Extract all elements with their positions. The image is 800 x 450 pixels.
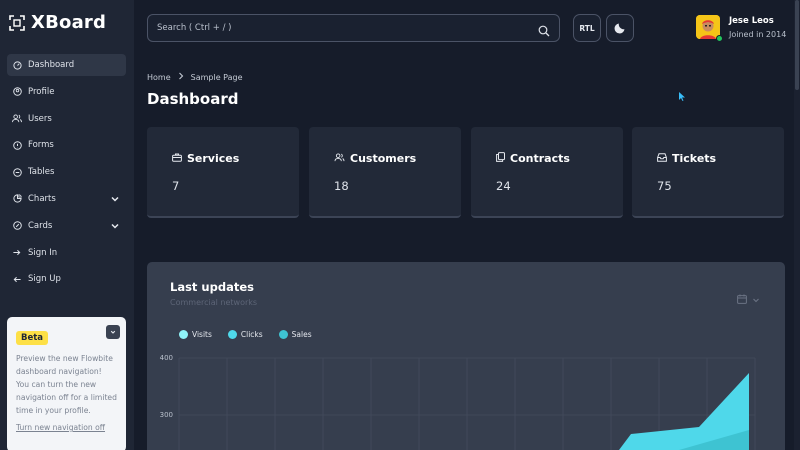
cards-icon: [12, 221, 22, 231]
beta-card: Beta Preview the new Flowbite dashboard …: [7, 317, 126, 450]
breadcrumb-home[interactable]: Home: [147, 73, 171, 82]
search-bar[interactable]: [147, 14, 560, 42]
logo-icon: [9, 14, 25, 31]
sidebar-item-label: Profile: [28, 86, 55, 97]
y-tick-label: 400: [160, 354, 173, 362]
sidebar-item-label: Tables: [28, 167, 55, 178]
stat-label: Services: [187, 152, 240, 165]
copy-icon: [496, 152, 505, 165]
forms-icon: [12, 140, 22, 150]
sidebar-item-label: Users: [28, 113, 52, 124]
search-icon[interactable]: [538, 22, 550, 41]
sidebar: XBoard Dashboard Profile Users Forms Tab…: [0, 0, 134, 450]
mouse-cursor-icon: [678, 87, 686, 106]
page-title: Dashboard: [147, 90, 239, 108]
sidebar-item-profile[interactable]: Profile: [7, 81, 126, 103]
users-icon: [12, 114, 22, 124]
user-menu[interactable]: Jese Leos Joined in 2014: [696, 15, 787, 42]
user-name: Jese Leos: [729, 16, 774, 26]
stat-value: 7: [172, 179, 180, 193]
sidebar-item-dashboard[interactable]: Dashboard: [7, 54, 126, 76]
sidebar-item-label: Sign In: [28, 247, 58, 258]
sign-in-icon: [12, 248, 22, 258]
logo[interactable]: XBoard: [9, 12, 106, 33]
stat-value: 75: [657, 179, 672, 193]
sidebar-item-label: Dashboard: [28, 60, 75, 70]
beta-text: Preview the new Flowbite dashboard navig…: [16, 354, 117, 415]
briefcase-icon: [172, 152, 182, 165]
beta-badge: Beta: [16, 331, 49, 345]
stat-card-contracts[interactable]: Contracts 24: [471, 127, 623, 218]
theme-toggle-button[interactable]: [606, 14, 634, 42]
sign-up-icon: [12, 274, 22, 284]
stat-value: 18: [334, 179, 349, 193]
stat-label: Tickets: [672, 152, 717, 165]
chevron-right-icon: [178, 72, 184, 82]
avatar[interactable]: [696, 15, 723, 42]
sidebar-item-sign-in[interactable]: Sign In: [7, 242, 126, 264]
users-icon: [334, 152, 345, 165]
dashboard-icon: [12, 60, 22, 70]
stat-card-services[interactable]: Services 7: [147, 127, 299, 218]
sidebar-item-tables[interactable]: Tables: [7, 161, 126, 183]
sidebar-item-charts[interactable]: Charts: [7, 188, 126, 210]
sidebar-item-label: Charts: [28, 193, 56, 204]
logo-text: XBoard: [31, 12, 107, 33]
sidebar-item-sign-up[interactable]: Sign Up: [7, 268, 126, 290]
scrollbar[interactable]: [794, 0, 800, 450]
sidebar-item-users[interactable]: Users: [7, 108, 126, 130]
tables-icon: [12, 167, 22, 177]
stat-card-customers[interactable]: Customers 18: [309, 127, 461, 218]
user-joined: Joined in 2014: [729, 30, 787, 39]
sidebar-item-label: Cards: [28, 220, 53, 231]
moon-icon: [614, 21, 627, 36]
stat-label: Customers: [350, 152, 417, 165]
rtl-button[interactable]: RTL: [573, 14, 601, 42]
breadcrumb-current: Sample Page: [190, 72, 243, 82]
inbox-icon: [657, 152, 667, 165]
sidebar-item-forms[interactable]: Forms: [7, 134, 126, 156]
scrollbar-thumb[interactable]: [795, 0, 799, 90]
y-tick-label: 300: [160, 411, 173, 419]
stat-card-tickets[interactable]: Tickets 75: [632, 127, 784, 218]
chevron-down-icon[interactable]: [110, 221, 120, 234]
area-chart: 400 300: [160, 354, 756, 450]
sidebar-item-cards[interactable]: Cards: [7, 215, 126, 237]
profile-icon: [12, 87, 22, 97]
charts-icon: [12, 194, 22, 204]
sidebar-item-label: Forms: [28, 140, 54, 151]
search-input[interactable]: [157, 23, 527, 33]
turn-off-navigation-link[interactable]: Turn new navigation off: [16, 423, 117, 432]
last-updates-panel: Last updates Commercial networks Visits …: [147, 262, 785, 450]
stat-value: 24: [496, 179, 511, 193]
sidebar-item-label: Sign Up: [28, 274, 61, 285]
online-status-icon: [716, 35, 723, 42]
sidebar-nav: Dashboard Profile Users Forms Tables Cha…: [7, 54, 126, 295]
breadcrumb: Home Sample Page: [147, 72, 243, 82]
close-icon[interactable]: [106, 325, 120, 339]
chevron-down-icon[interactable]: [110, 194, 120, 207]
stat-label: Contracts: [510, 152, 570, 165]
